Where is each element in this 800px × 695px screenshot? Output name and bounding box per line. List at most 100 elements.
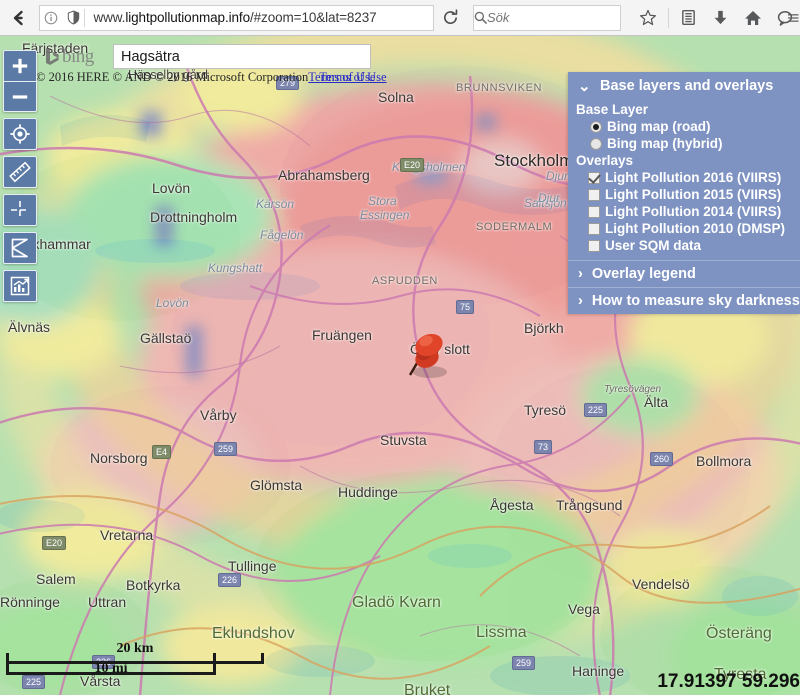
chart-control bbox=[3, 270, 37, 302]
checkbox-icon-2014[interactable] bbox=[588, 206, 600, 218]
overlay-label-2015: Light Pollution 2015 (VIIRS) bbox=[605, 186, 781, 203]
layers-panel: ⌄ Base layers and overlays Base Layer Bi… bbox=[568, 72, 800, 314]
measure-control bbox=[3, 156, 37, 188]
road-shield: E20 bbox=[42, 536, 66, 550]
cursor-coordinates: 17.91397 59.296 bbox=[657, 671, 800, 693]
overlay-label-2010: Light Pollution 2010 (DMSP) bbox=[605, 220, 785, 237]
back-button[interactable] bbox=[2, 1, 35, 35]
road-shield: 226 bbox=[218, 573, 241, 587]
url-text[interactable]: www.lightpollutionmap.info/#zoom=10&lat=… bbox=[85, 10, 432, 25]
polygon-select-button[interactable] bbox=[4, 233, 36, 263]
library-icon[interactable] bbox=[674, 2, 704, 34]
reload-button[interactable] bbox=[434, 5, 467, 31]
scale-mi-label: 10 mi bbox=[6, 661, 216, 677]
panel-header-base-layers[interactable]: ⌄ Base layers and overlays bbox=[568, 72, 800, 100]
zoom-in-button[interactable] bbox=[4, 51, 36, 81]
star-icon[interactable] bbox=[633, 2, 663, 34]
road-shield: E20 bbox=[400, 158, 424, 172]
chart-icon bbox=[9, 275, 31, 297]
overlay-option-2014[interactable]: Light Pollution 2014 (VIIRS) bbox=[588, 203, 800, 220]
panel-section-overlay-legend[interactable]: › Overlay legend bbox=[568, 261, 800, 287]
back-arrow-icon bbox=[9, 8, 29, 28]
checkbox-icon-sqm[interactable] bbox=[588, 240, 600, 252]
map-search-input[interactable]: Hagsätra bbox=[113, 44, 371, 69]
road-shield: 73 bbox=[534, 440, 552, 454]
overlay-option-sqm[interactable]: User SQM data bbox=[588, 237, 800, 254]
bing-logo[interactable]: bing bbox=[44, 46, 94, 68]
road-shield: 75 bbox=[456, 300, 474, 314]
locate-button[interactable] bbox=[4, 119, 36, 149]
crosshair-button[interactable] bbox=[4, 195, 36, 225]
map-search-value: Hagsätra bbox=[121, 49, 180, 65]
tracking-protection-icon[interactable] bbox=[62, 10, 84, 25]
ruler-icon bbox=[9, 161, 31, 183]
overlay-option-2015[interactable]: Light Pollution 2015 (VIIRS) bbox=[588, 186, 800, 203]
overlay-label-2014: Light Pollution 2014 (VIIRS) bbox=[605, 203, 781, 220]
road-shield: 259 bbox=[512, 656, 535, 670]
minus-icon bbox=[11, 88, 29, 106]
download-icon[interactable] bbox=[706, 2, 736, 34]
browser-window: www.lightpollutionmap.info/#zoom=10&lat=… bbox=[0, 0, 800, 695]
panel-body: Base Layer Bing map (road) Bing map (hyb… bbox=[568, 100, 800, 260]
checkbox-icon-2015[interactable] bbox=[588, 189, 600, 201]
road-shield: 259 bbox=[214, 442, 237, 456]
map-attribution: © 2016 HERE © AND © 2016 Microsoft Corpo… bbox=[36, 70, 387, 85]
overlay-label-sqm: User SQM data bbox=[605, 237, 701, 254]
road-shield: 260 bbox=[650, 452, 673, 466]
radio-icon-road[interactable] bbox=[590, 121, 602, 133]
locate-control bbox=[3, 118, 37, 150]
url-domain: lightpollutionmap.info bbox=[125, 10, 250, 25]
panel-section-label-measure: How to measure sky darkness bbox=[592, 293, 800, 309]
chevron-down-icon: ⌄ bbox=[578, 77, 591, 95]
url-bar[interactable]: www.lightpollutionmap.info/#zoom=10&lat=… bbox=[39, 5, 433, 31]
map-scale-bar: 20 km 10 mi bbox=[6, 641, 264, 683]
chevron-right-icon-legend: › bbox=[578, 266, 583, 282]
bing-mark-icon bbox=[44, 47, 60, 67]
reload-icon bbox=[442, 9, 459, 26]
page-info-icon[interactable] bbox=[40, 11, 62, 25]
zoom-controls bbox=[3, 50, 37, 112]
road-shield: E4 bbox=[152, 445, 171, 459]
plus-icon bbox=[11, 57, 29, 75]
panel-section-how-to-measure[interactable]: › How to measure sky darkness bbox=[568, 288, 800, 314]
home-icon[interactable] bbox=[738, 2, 768, 34]
crosshair-target-icon bbox=[9, 123, 31, 145]
base-layer-option-hybrid[interactable]: Bing map (hybrid) bbox=[590, 135, 800, 152]
url-prefix: www. bbox=[93, 10, 125, 25]
base-layer-option-road[interactable]: Bing map (road) bbox=[590, 118, 800, 135]
checkbox-icon-2010[interactable] bbox=[588, 223, 600, 235]
base-layer-label-hybrid: Bing map (hybrid) bbox=[607, 135, 723, 152]
url-path: /#zoom=10&lat=8237 bbox=[250, 10, 377, 25]
overlays-group-title: Overlays bbox=[576, 153, 800, 168]
zoom-out-button[interactable] bbox=[4, 81, 36, 111]
polygon-icon bbox=[9, 237, 31, 259]
overlay-option-2010[interactable]: Light Pollution 2010 (DMSP) bbox=[588, 220, 800, 237]
radio-icon-hybrid[interactable] bbox=[590, 138, 602, 150]
browser-action-icons bbox=[633, 2, 800, 34]
pushpin-icon bbox=[400, 328, 448, 384]
terms-of-use-link-overlap[interactable]: Terms of Use bbox=[319, 70, 386, 84]
polygon-control bbox=[3, 232, 37, 264]
search-icon bbox=[474, 11, 487, 24]
overlay-option-2016[interactable]: Light Pollution 2016 (VIIRS) bbox=[588, 169, 800, 186]
chevron-right-icon-measure: › bbox=[578, 293, 583, 309]
base-layer-label-road: Bing map (road) bbox=[607, 118, 711, 135]
base-layer-group-title: Base Layer bbox=[576, 102, 800, 117]
map-tools bbox=[3, 50, 37, 302]
road-shield: 225 bbox=[584, 403, 607, 417]
measure-ruler-button[interactable] bbox=[4, 157, 36, 187]
checkbox-icon-2016[interactable] bbox=[588, 172, 600, 184]
hamburger-menu-icon[interactable] bbox=[788, 0, 800, 36]
browser-toolbar: www.lightpollutionmap.info/#zoom=10&lat=… bbox=[0, 0, 800, 36]
panel-header-label: Base layers and overlays bbox=[600, 78, 773, 94]
crosshair-icon bbox=[9, 199, 31, 221]
panel-section-label-legend: Overlay legend bbox=[592, 266, 696, 282]
map-canvas[interactable]: FärjstadenHässelby gårdSolnaBRUNNSVIKENS… bbox=[0, 36, 800, 695]
chart-button[interactable] bbox=[4, 271, 36, 301]
crosshair-control bbox=[3, 194, 37, 226]
location-pushpin[interactable] bbox=[400, 328, 448, 389]
toolbar-divider bbox=[668, 8, 669, 28]
bing-label: bing bbox=[62, 46, 94, 68]
attribution-text: © 2016 HERE © AND © 2016 Microsoft Corpo… bbox=[36, 70, 308, 84]
browser-search-box[interactable] bbox=[473, 5, 621, 31]
